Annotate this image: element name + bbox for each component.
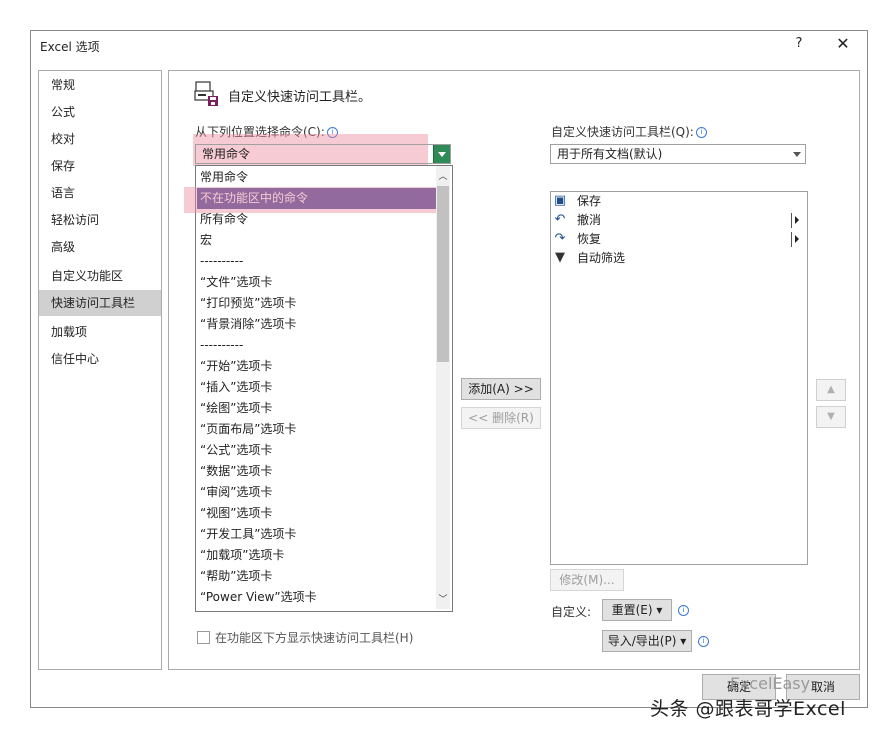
dropdown-option[interactable]: “背景消除”选项卡	[199, 314, 432, 335]
qat-item-undo[interactable]: ↶ 撤消	[551, 211, 805, 230]
qat-item-autofilter[interactable]: ▼ 自动筛选	[551, 249, 805, 268]
watermark-faint: ExcelEasy	[730, 674, 811, 693]
move-up-button[interactable]: ▲	[816, 379, 846, 401]
nav-item-formulas[interactable]: 公式	[39, 99, 161, 125]
qat-scope-label: 自定义快速访问工具栏(Q): i	[551, 123, 707, 140]
info-icon: i	[678, 605, 689, 616]
help-button[interactable]: ?	[792, 36, 806, 51]
info-icon: i	[696, 634, 709, 648]
dropdown-option[interactable]: “视图”选项卡	[199, 503, 432, 524]
qat-item-label: 自动筛选	[577, 251, 626, 265]
dropdown-option[interactable]: “文件”选项卡	[199, 272, 432, 293]
qat-item-label: 恢复	[577, 232, 602, 246]
dropdown-option[interactable]: “插入”选项卡	[199, 377, 432, 398]
info-icon: i	[676, 603, 689, 617]
qat-item-save[interactable]: ▣ 保存	[551, 192, 805, 211]
dropdown-separator: ----------	[200, 254, 244, 268]
reset-button[interactable]: 重置(E) ▾	[602, 599, 672, 621]
qat-scope-combo[interactable]: 用于所有文档(默认)	[550, 144, 806, 164]
dropdown-option[interactable]: “Power View”选项卡	[199, 587, 432, 608]
qat-scope-value: 用于所有文档(默认)	[557, 147, 663, 161]
dropdown-option[interactable]: “加载项”选项卡	[199, 545, 432, 566]
modify-button[interactable]: 修改(M)...	[550, 569, 624, 591]
qat-item-label: 保存	[577, 194, 602, 208]
info-icon: i	[695, 127, 707, 138]
nav-item-accessibility[interactable]: 轻松访问	[39, 207, 161, 233]
watermark: 头条 @跟表哥学Excel	[650, 698, 846, 720]
filter-icon: ▼	[555, 250, 565, 265]
scroll-down-icon[interactable]: ﹀	[436, 592, 450, 605]
nav-item-general[interactable]: 常规	[39, 72, 161, 98]
qat-command-list: ▣ 保存 ↶ 撤消 ↷ 恢复 ▼ 自动筛选	[550, 191, 808, 565]
dropdown-option[interactable]: 宏	[199, 230, 432, 251]
move-down-button[interactable]: ▼	[816, 406, 846, 428]
dropdown-option[interactable]: “数据”选项卡	[199, 461, 432, 482]
dropdown-option[interactable]: “审阅”选项卡	[199, 482, 432, 503]
submenu-arrow-icon[interactable]	[791, 232, 802, 247]
choose-from-dropdown: 常用命令 不在功能区中的命令 所有命令 宏 ---------- “文件”选项卡…	[195, 165, 453, 612]
show-below-ribbon-checkbox[interactable]	[197, 631, 210, 644]
dropdown-option[interactable]: “开发工具”选项卡	[199, 524, 432, 545]
redo-icon: ↷	[554, 231, 566, 246]
nav-item-proofing[interactable]: 校对	[39, 126, 161, 152]
dropdown-separator: ----------	[200, 338, 244, 352]
choose-from-value: 常用命令	[202, 147, 251, 161]
remove-button[interactable]: << 删除(R)	[461, 407, 541, 429]
nav-item-customize-ribbon[interactable]: 自定义功能区	[39, 263, 161, 289]
dropdown-option[interactable]: “帮助”选项卡	[199, 566, 432, 587]
chevron-down-icon[interactable]	[793, 152, 801, 157]
choose-from-combo[interactable]: 常用命令	[195, 144, 451, 164]
dropdown-scroll-thumb[interactable]	[437, 186, 449, 362]
section-title: 自定义快速访问工具栏。	[228, 90, 372, 105]
customize-label: 自定义:	[551, 605, 592, 619]
dropdown-option[interactable]: “公式”选项卡	[199, 440, 432, 461]
nav-item-add-ins[interactable]: 加载项	[39, 319, 161, 345]
scroll-up-icon[interactable]: ︿	[436, 169, 450, 182]
chevron-down-icon[interactable]	[433, 145, 450, 163]
undo-icon: ↶	[554, 212, 566, 227]
nav-item-advanced[interactable]: 高级	[39, 234, 161, 260]
quick-access-toolbar-icon	[194, 81, 218, 106]
dropdown-option[interactable]: “绘图”选项卡	[199, 398, 432, 419]
qat-scope-label-text: 自定义快速访问工具栏(Q):	[551, 125, 694, 139]
show-below-ribbon-label: 在功能区下方显示快速访问工具栏(H)	[215, 631, 414, 645]
nav-item-language[interactable]: 语言	[39, 180, 161, 206]
add-button[interactable]: 添加(A) >>	[461, 378, 541, 400]
save-icon: ▣	[553, 193, 567, 208]
highlight-marker	[184, 187, 440, 213]
dropdown-option[interactable]: “打印预览”选项卡	[199, 293, 432, 314]
options-nav: 常规 公式 校对 保存 语言 轻松访问 高级 自定义功能区 快速访问工具栏 加载…	[38, 70, 162, 670]
nav-item-quick-access-toolbar[interactable]: 快速访问工具栏	[39, 290, 161, 316]
import-export-button[interactable]: 导入/导出(P) ▾	[602, 630, 692, 652]
nav-item-save[interactable]: 保存	[39, 153, 161, 179]
qat-item-label: 撤消	[577, 213, 602, 227]
submenu-arrow-icon[interactable]	[791, 213, 802, 228]
close-button[interactable]: ✕	[834, 34, 852, 53]
nav-item-trust-center[interactable]: 信任中心	[39, 346, 161, 372]
dropdown-option[interactable]: 常用命令	[199, 167, 432, 188]
dropdown-option[interactable]: “页面布局”选项卡	[199, 419, 432, 440]
dialog-title: Excel 选项	[40, 40, 100, 54]
dropdown-option[interactable]: “开始”选项卡	[199, 356, 432, 377]
qat-item-redo[interactable]: ↷ 恢复	[551, 230, 805, 249]
info-icon: i	[698, 636, 709, 647]
